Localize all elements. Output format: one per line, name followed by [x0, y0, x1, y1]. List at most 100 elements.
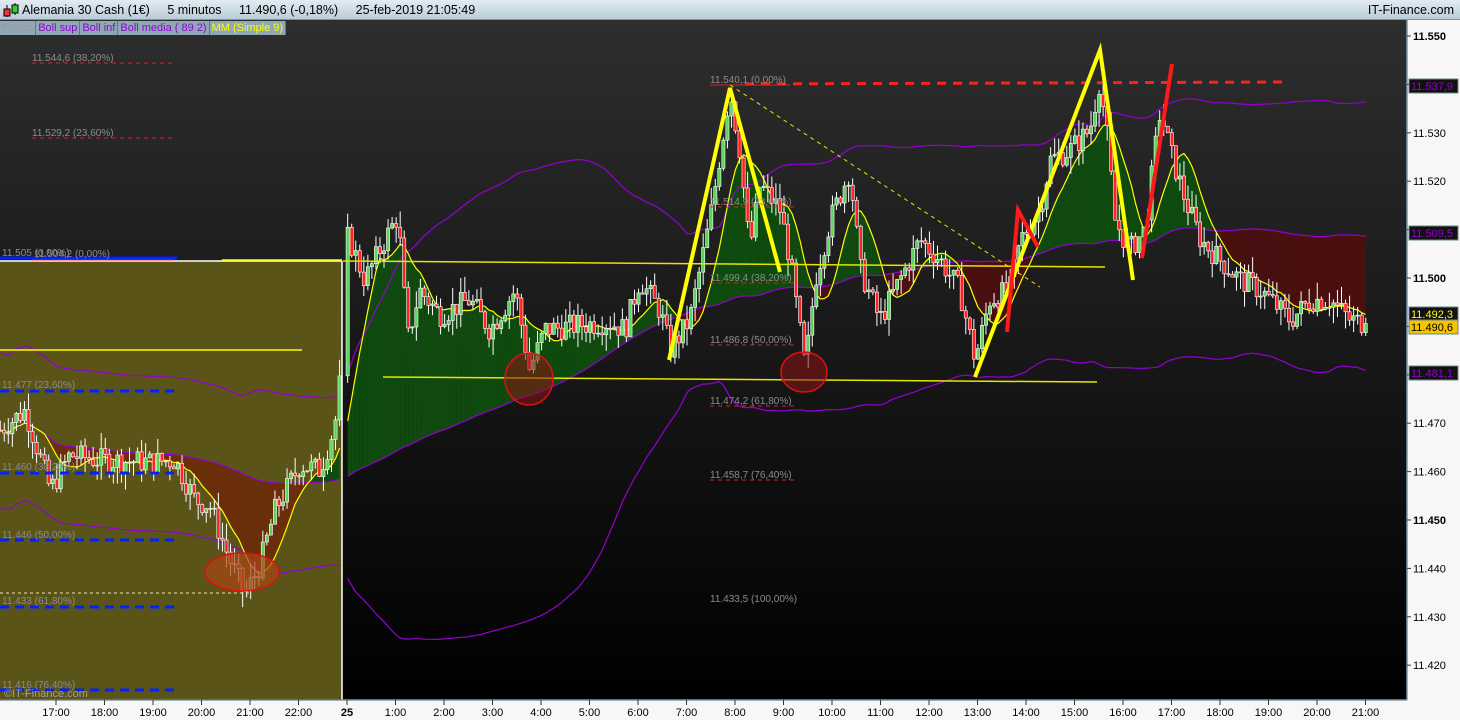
candle-body	[470, 300, 475, 306]
candle-body	[75, 456, 79, 459]
candle-body	[305, 470, 310, 473]
candle-body	[10, 422, 15, 435]
candle-body	[71, 452, 75, 458]
band-fill-segment	[367, 290, 372, 466]
fib-label: 11.433 (61,80%)	[2, 596, 75, 607]
candle-body	[462, 292, 467, 301]
x-tick-label: 18:00	[1206, 707, 1234, 719]
candle-body	[786, 223, 790, 260]
candle	[802, 320, 807, 357]
candle-body	[911, 248, 916, 271]
candle-body	[1359, 314, 1364, 333]
x-tick-label: 4:00	[530, 707, 551, 719]
fib-label: 11.499,4 (38,20%)	[710, 273, 792, 284]
candle-body	[1250, 272, 1255, 278]
candle-body	[1113, 170, 1118, 221]
candle-body	[943, 258, 948, 277]
x-tick-label: 21:00	[1352, 707, 1380, 719]
price-tag-boll: 11.537,9	[1411, 81, 1453, 93]
candle-body	[939, 258, 944, 261]
candle-body	[935, 259, 940, 264]
x-tick-label: 5:00	[579, 707, 600, 719]
circle-marker-2[interactable]	[780, 351, 828, 393]
candle-body	[18, 413, 23, 421]
candle-body	[850, 184, 855, 201]
candle-body	[466, 300, 471, 306]
candle-body	[782, 211, 786, 225]
candle-body	[951, 269, 956, 276]
candle-body	[1101, 94, 1106, 107]
candle-body	[167, 460, 172, 468]
candle-body	[38, 453, 43, 456]
candle-body	[588, 321, 592, 333]
band-fill-segment	[379, 257, 385, 460]
candle-body	[741, 157, 746, 189]
candle-body	[903, 267, 908, 276]
candle-body	[1085, 128, 1089, 135]
candle-body	[6, 432, 11, 435]
band-fill-segment	[1349, 234, 1354, 310]
candle-body	[131, 461, 136, 464]
circle-marker-1[interactable]	[504, 352, 554, 406]
candle-body	[984, 313, 988, 326]
price-chart[interactable]: 11.544,6 (38,20%) 11.529,2 (23,60%) 11.5…	[0, 0, 1460, 720]
candle-body	[1242, 272, 1247, 292]
candle-body	[212, 507, 217, 510]
candle-body	[555, 322, 560, 329]
candle-body	[1278, 300, 1283, 310]
candle-body	[180, 462, 184, 485]
candle-body	[34, 442, 39, 454]
circle-marker-3[interactable]	[204, 552, 280, 592]
x-tick-label: 19:00	[1255, 707, 1283, 719]
band-fill-segment	[1066, 170, 1071, 245]
candle-body	[22, 409, 27, 421]
legend-item[interactable]: Boll inf	[80, 21, 119, 35]
candle-body	[196, 492, 201, 505]
band-fill-segment	[577, 325, 582, 374]
candle-body	[955, 269, 960, 276]
band-fill-segment	[242, 473, 247, 558]
fib-label: 11.544,6 (38,20%)	[32, 53, 114, 64]
candle-body	[1093, 111, 1097, 127]
x-tick-label: 9:00	[773, 707, 794, 719]
candle-body	[172, 466, 176, 470]
candle-body	[398, 226, 403, 239]
candle-body	[159, 452, 164, 462]
candle-body	[491, 323, 495, 340]
candle-body	[1068, 143, 1073, 158]
candle-body	[664, 314, 669, 326]
band-fill-segment	[820, 286, 825, 300]
candle-body	[818, 267, 823, 286]
candle-body	[870, 289, 875, 293]
candle-body	[1117, 219, 1122, 231]
band-fill-segment	[371, 271, 376, 464]
candle-body	[923, 240, 928, 244]
candle-body	[446, 320, 451, 325]
candle-body	[115, 454, 120, 468]
candle-body	[414, 307, 419, 328]
candle-body	[208, 508, 213, 510]
candle-body	[693, 288, 697, 308]
candlestick-logo-icon	[3, 3, 19, 17]
candle-body	[992, 303, 996, 307]
candle-body	[1194, 206, 1198, 223]
y-tick-label: 11.440	[1413, 563, 1446, 575]
candle-body	[1202, 241, 1207, 248]
legend-item[interactable]: Boll media ( 89 2)	[118, 21, 210, 35]
timeframe[interactable]: 5 minutos	[167, 3, 221, 17]
candle-body	[701, 247, 706, 273]
candle-body	[273, 498, 277, 525]
candle-body	[410, 326, 415, 329]
candle-body	[834, 197, 839, 206]
candle-body	[475, 299, 479, 302]
y-tick-label: 11.420	[1413, 660, 1446, 672]
legend-item[interactable]: Precio	[0, 21, 37, 35]
candle-body	[887, 290, 891, 320]
band-fill-segment	[1095, 131, 1100, 244]
candle-body	[163, 460, 168, 463]
candle-body	[42, 454, 47, 461]
legend-item[interactable]: MM (Simple 9)	[209, 21, 287, 35]
x-tick-label: 13:00	[964, 707, 992, 719]
legend-item[interactable]: Boll sup	[36, 21, 81, 35]
candle-body	[883, 311, 887, 320]
